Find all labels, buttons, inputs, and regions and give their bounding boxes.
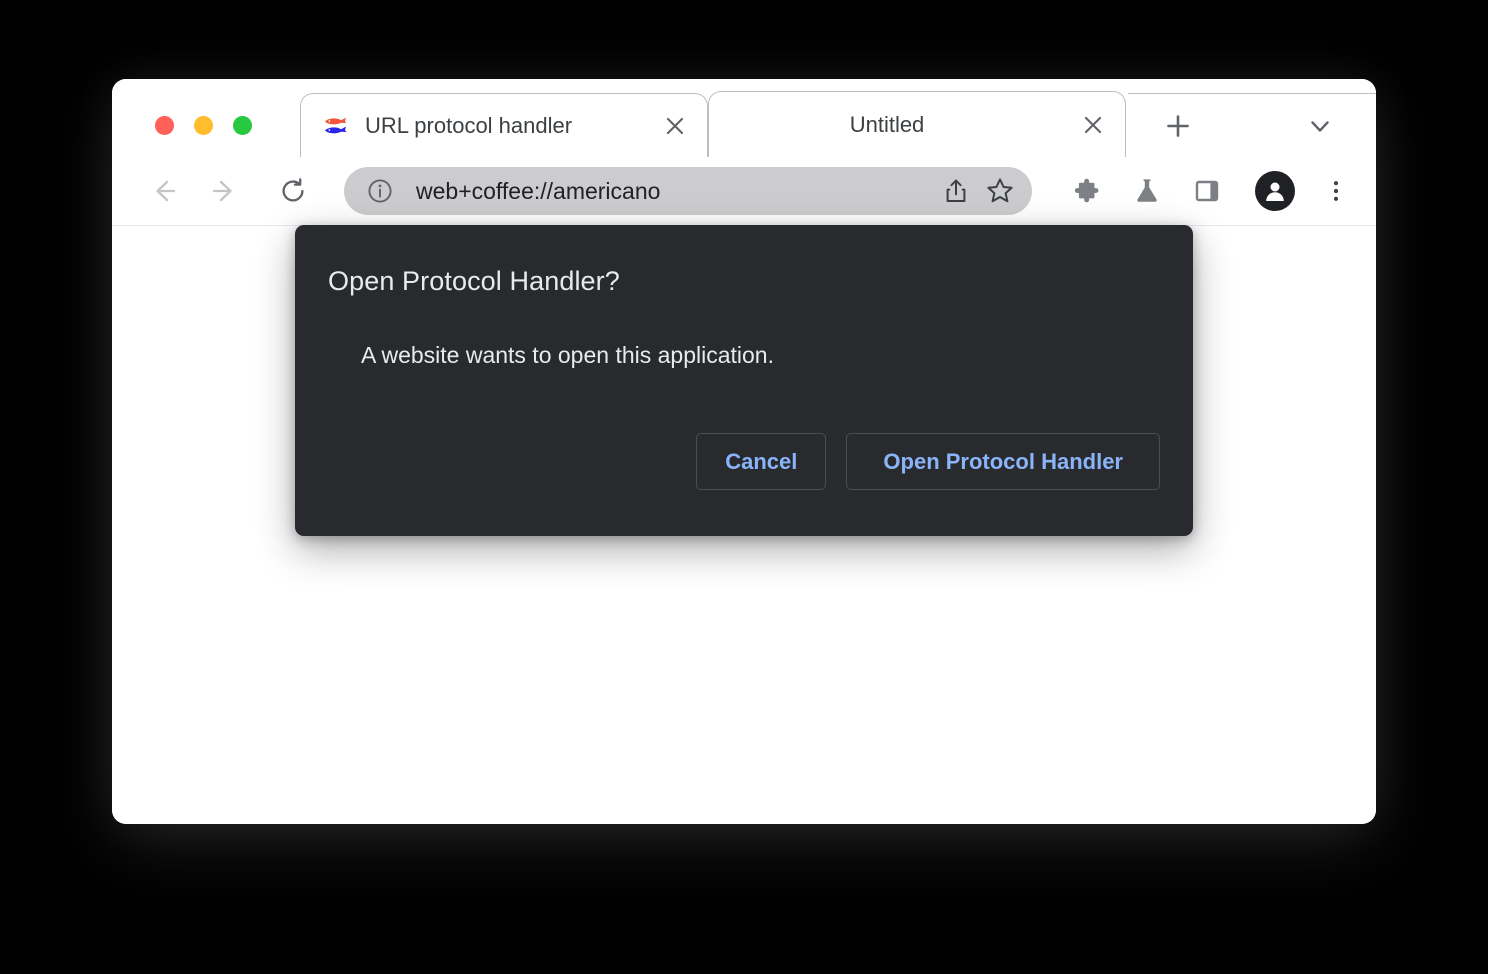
share-icon[interactable]: [934, 169, 978, 213]
tab-strip: URL protocol handler Untitled: [112, 79, 1376, 157]
dialog-title: Open Protocol Handler?: [328, 266, 620, 296]
window-close-button[interactable]: [155, 116, 174, 135]
address-bar[interactable]: web+coffee://americano: [344, 167, 1032, 215]
extensions-puzzle-icon[interactable]: [1064, 168, 1110, 214]
tab-untitled[interactable]: Untitled: [708, 91, 1126, 157]
tab-url-protocol-handler[interactable]: URL protocol handler: [300, 93, 708, 157]
profile-avatar[interactable]: [1252, 168, 1298, 214]
tab-close-icon[interactable]: [655, 106, 695, 146]
window-maximize-button[interactable]: [233, 116, 252, 135]
new-tab-button[interactable]: [1155, 103, 1201, 149]
screen: URL protocol handler Untitled web+coffee…: [0, 0, 1488, 974]
back-button[interactable]: [140, 168, 186, 214]
tab-list: URL protocol handler Untitled: [300, 91, 1126, 157]
three-dot-menu-icon[interactable]: [1316, 168, 1356, 214]
reload-button[interactable]: [270, 168, 316, 214]
browser-toolbar: web+coffee://americano: [112, 157, 1376, 226]
avatar-person-icon: [1255, 171, 1295, 211]
tab-title: Untitled: [849, 111, 925, 137]
window-minimize-button[interactable]: [194, 116, 213, 135]
open-protocol-handler-dialog: Open Protocol Handler? A website wants t…: [295, 225, 1193, 536]
bookmark-star-icon[interactable]: [978, 169, 1022, 213]
open-protocol-handler-button[interactable]: Open Protocol Handler: [846, 433, 1160, 490]
side-panel-icon[interactable]: [1184, 168, 1230, 214]
traffic-light-buttons: [155, 116, 252, 135]
tab-strip-controls: [1128, 93, 1376, 157]
dialog-message: A website wants to open this application…: [361, 342, 774, 368]
forward-button[interactable]: [202, 168, 248, 214]
info-circle-icon[interactable]: [366, 177, 394, 205]
fish-favicon-icon: [323, 113, 349, 139]
address-bar-url-text: web+coffee://americano: [416, 177, 661, 204]
dialog-actions: Cancel Open Protocol Handler: [696, 433, 1160, 490]
tab-search-chevron-down-icon[interactable]: [1297, 103, 1343, 149]
tab-title: URL protocol handler: [365, 112, 573, 138]
tab-close-icon[interactable]: [1073, 105, 1113, 145]
cancel-button[interactable]: Cancel: [696, 433, 827, 490]
experiments-flask-icon[interactable]: [1124, 168, 1170, 214]
